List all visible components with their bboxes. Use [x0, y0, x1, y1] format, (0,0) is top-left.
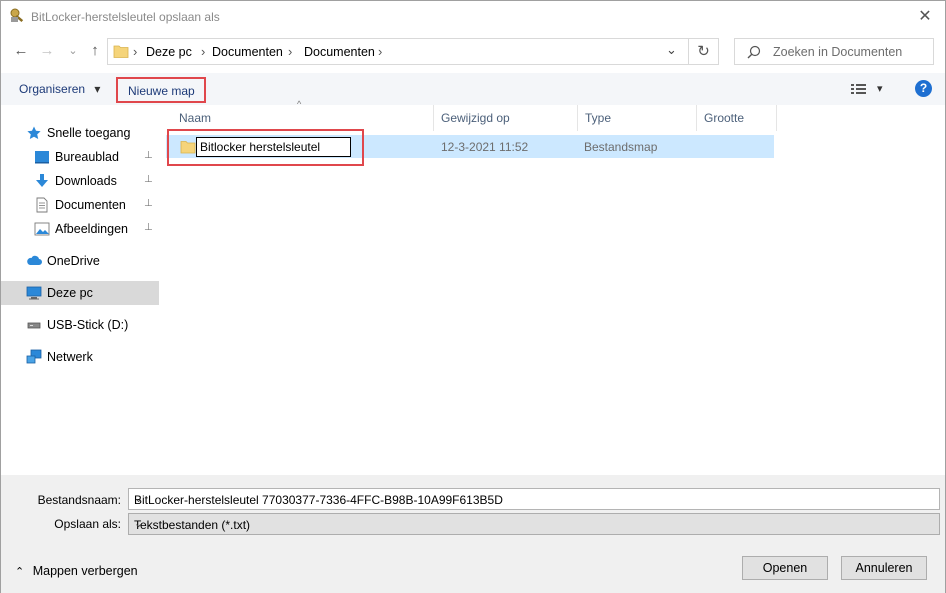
sidebar-item-pictures[interactable]: Afbeeldingen ⊥	[1, 217, 159, 241]
sidebar-item-downloads[interactable]: Downloads ⊥	[1, 169, 159, 193]
search-box[interactable]: Zoeken in Documenten	[734, 38, 934, 65]
column-header-label: Gewijzigd op	[441, 111, 510, 125]
breadcrumb-separator: ›	[133, 44, 138, 59]
cancel-button[interactable]: Annuleren	[841, 556, 927, 580]
column-header-label: Type	[585, 111, 612, 125]
sidebar-item-network[interactable]: Netwerk	[1, 345, 159, 369]
refresh-button[interactable]: ↻	[689, 38, 719, 65]
download-icon	[36, 174, 48, 187]
chevron-down-icon: ▾	[94, 82, 101, 96]
sidebar-item-label: Netwerk	[47, 350, 93, 364]
breadcrumb-deze-pc[interactable]: Deze pc	[146, 45, 192, 59]
back-button[interactable]: ←	[11, 41, 31, 61]
view-options-button[interactable]: ▾	[851, 82, 889, 96]
sidebar-item-this-pc[interactable]: Deze pc	[1, 281, 159, 305]
sidebar-item-label: Snelle toegang	[47, 126, 131, 140]
breadcrumb-separator: ›	[201, 44, 206, 59]
address-dropdown-button[interactable]: ⌄	[666, 42, 677, 58]
forward-button[interactable]: →	[37, 41, 57, 61]
sidebar-item-label: Documenten	[55, 198, 126, 212]
pin-icon: ⊥	[144, 150, 153, 161]
new-folder-button[interactable]: Nieuwe map	[116, 77, 206, 103]
details-view-icon	[851, 84, 866, 94]
search-icon	[747, 45, 761, 59]
organize-label: Organiseren	[19, 82, 86, 96]
network-icon	[26, 349, 42, 364]
sidebar-item-label: Afbeeldingen	[55, 222, 128, 236]
bitlocker-key-icon	[10, 8, 24, 23]
search-placeholder: Zoeken in Documenten	[773, 45, 903, 59]
navigation-pane: Snelle toegang Bureaublad ⊥ Downloads ⊥	[1, 105, 159, 475]
hide-folders-button[interactable]: ⌃ Mappen verbergen	[15, 564, 138, 578]
sidebar-item-label: USB-Stick (D:)	[47, 318, 129, 332]
breadcrumb-separator: ›	[288, 44, 293, 59]
document-icon	[36, 197, 48, 213]
usb-drive-icon	[27, 322, 41, 329]
filename-input[interactable]: BitLocker-herstelsleutel 77030377-7336-4…	[128, 488, 940, 510]
column-header-name[interactable]: Naam	[172, 105, 434, 131]
sidebar-item-desktop[interactable]: Bureaublad ⊥	[1, 145, 159, 169]
pin-icon: ⊥	[144, 198, 153, 209]
sidebar-item-documents[interactable]: Documenten ⊥	[1, 193, 159, 217]
sidebar-item-label: Deze pc	[47, 286, 93, 300]
window-title: BitLocker-herstelsleutel opslaan als	[31, 10, 220, 24]
save-as-dialog: BitLocker-herstelsleutel opslaan als ✕ ←…	[0, 0, 946, 593]
organize-button[interactable]: Organiseren ▾	[19, 82, 100, 96]
rename-input[interactable]: Bitlocker herstelsleutel	[196, 137, 351, 157]
column-header-modified[interactable]: Gewijzigd op	[434, 105, 578, 131]
up-button[interactable]: ↑	[85, 41, 105, 61]
star-icon	[27, 126, 41, 139]
chevron-down-icon[interactable]: ⌄	[134, 492, 934, 505]
savetype-select[interactable]: Tekstbestanden (*.txt) ⌄	[128, 513, 940, 535]
pin-icon: ⊥	[144, 174, 153, 185]
sidebar-item-onedrive[interactable]: OneDrive	[1, 249, 159, 273]
folder-icon	[113, 45, 129, 58]
sidebar-item-quick-access[interactable]: Snelle toegang	[1, 121, 159, 145]
recent-locations-button[interactable]: ⌄	[63, 41, 83, 61]
chevron-up-icon: ⌃	[15, 566, 25, 578]
file-type: Bestandsmap	[584, 140, 658, 154]
new-folder-label: Nieuwe map	[128, 84, 195, 98]
sidebar-item-label: Downloads	[55, 174, 117, 188]
sidebar-item-usb-stick[interactable]: USB-Stick (D:)	[1, 313, 159, 337]
open-button[interactable]: Openen	[742, 556, 828, 580]
column-header-type[interactable]: Type	[578, 105, 697, 131]
desktop-icon	[35, 151, 49, 164]
hide-folders-label: Mappen verbergen	[32, 564, 138, 578]
savetype-label: Opslaan als:	[54, 517, 121, 531]
chevron-down-icon: ▾	[877, 83, 883, 95]
chevron-down-icon: ⌄	[134, 518, 144, 530]
computer-icon	[26, 286, 42, 300]
sidebar-item-label: Bureaublad	[55, 150, 119, 164]
address-bar[interactable]: › Deze pc › Documenten › Documenten › ⌄	[107, 38, 689, 65]
pictures-icon	[34, 222, 50, 236]
column-header-label: Grootte	[704, 111, 745, 125]
title-bar: BitLocker-herstelsleutel opslaan als ✕	[1, 1, 945, 32]
file-modified: 12-3-2021 11:52	[441, 140, 529, 154]
filename-label: Bestandsnaam:	[37, 493, 121, 507]
column-header-label: Naam	[179, 111, 212, 125]
column-header-size[interactable]: Grootte	[697, 105, 777, 131]
sidebar-item-label: OneDrive	[47, 254, 100, 268]
help-button[interactable]: ?	[915, 80, 932, 97]
cloud-icon	[27, 255, 42, 265]
toolbar: Organiseren ▾ Nieuwe map ▾ ?	[1, 73, 945, 105]
breadcrumb-documenten-current[interactable]: Documenten	[304, 45, 375, 59]
breadcrumb-separator: ›	[378, 44, 383, 59]
close-button[interactable]: ✕	[915, 7, 935, 27]
pin-icon: ⊥	[144, 222, 153, 233]
breadcrumb-documenten[interactable]: Documenten	[212, 45, 283, 59]
